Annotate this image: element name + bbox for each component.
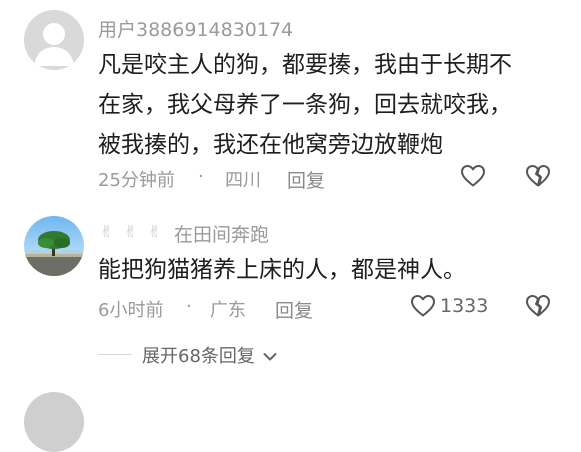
comment-timestamp: 6小时前 xyxy=(98,300,164,321)
tree-landscape-icon xyxy=(24,231,84,276)
expand-replies-button[interactable]: 展开68条回复 xyxy=(142,342,277,368)
comment-text: 凡是咬主人的狗，都要揍，我由于长期不 在家，我父母养了一条狗，回去就咬我， 被我… xyxy=(98,52,512,158)
meta-separator: · xyxy=(198,166,204,187)
badge-icon: ✌ xyxy=(124,222,138,241)
expand-divider xyxy=(98,354,132,355)
default-avatar[interactable] xyxy=(24,10,84,70)
next-comment-avatar[interactable] xyxy=(24,392,84,452)
comment-location: 四川 xyxy=(225,170,261,191)
user-avatar[interactable] xyxy=(24,216,84,276)
chevron-down-icon xyxy=(263,353,277,361)
like-count: 1333 xyxy=(440,295,489,317)
meta-separator: · xyxy=(186,296,192,317)
heart-outline-icon[interactable] xyxy=(460,164,486,192)
comment-location: 广东 xyxy=(210,300,246,321)
comment-username[interactable]: 用户3886914830174 xyxy=(98,15,293,42)
user-silhouette-icon xyxy=(34,23,74,66)
badge-icon: ✌ xyxy=(100,222,114,241)
badge-icon: ✌ xyxy=(148,222,162,241)
broken-heart-icon[interactable] xyxy=(525,164,551,192)
reply-button[interactable]: 回复 xyxy=(275,296,313,323)
expand-replies-label: 展开68条回复 xyxy=(142,346,255,367)
comment-text: 能把狗猫猪养上床的人，都是神人。 xyxy=(98,257,466,283)
heart-outline-icon[interactable] xyxy=(410,294,436,322)
comment-timestamp: 25分钟前 xyxy=(98,170,175,191)
broken-heart-icon[interactable] xyxy=(525,294,551,322)
reply-button[interactable]: 回复 xyxy=(287,166,325,193)
comment-username[interactable]: 在田间奔跑 xyxy=(174,220,269,247)
